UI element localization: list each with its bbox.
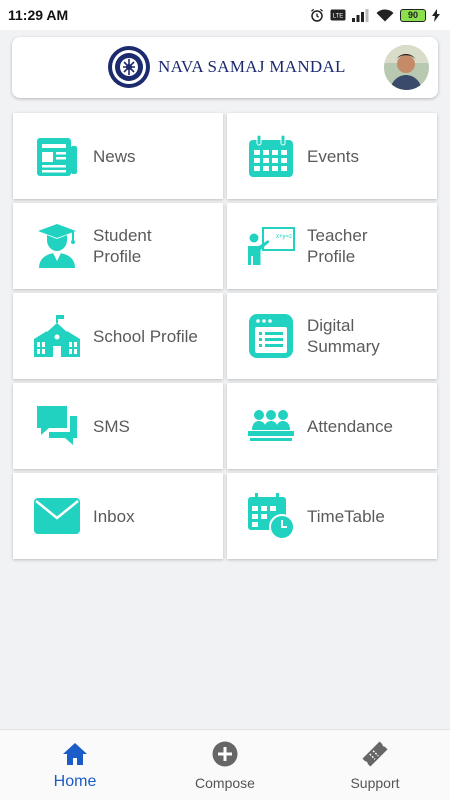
bottom-nav: Home Compose Support [0,729,450,800]
tile-timetable[interactable]: TimeTable [227,473,437,559]
tile-label: News [93,146,136,166]
attendance-icon [247,402,295,450]
avatar[interactable] [384,45,429,90]
tile-label: Events [307,146,359,166]
battery-indicator: 90 [400,8,426,22]
student-icon [33,222,81,270]
tile-label: Digital Summary [307,316,380,356]
tile-label: Teacher Profile [307,226,368,266]
tile-attendance[interactable]: Attendance [227,383,437,469]
home-icon [61,740,89,768]
svg-text:x+y=z: x+y=z [276,234,292,240]
page-title: NAVA SAMAJ MANDAL [158,57,346,76]
ticket-icon [361,740,389,768]
nav-label: Compose [195,774,255,791]
tile-news[interactable]: News [13,113,223,199]
timetable-icon [247,492,295,540]
calendar-icon [247,132,295,180]
school-icon [33,312,81,360]
teacher-icon: x+y=z [247,222,295,270]
tile-teacher-profile[interactable]: x+y=z Teacher Profile [227,203,437,289]
mail-icon [33,492,81,540]
wifi-icon [376,8,394,21]
tile-student-profile[interactable]: Student Profile [13,203,223,289]
nav-label: Home [53,772,97,790]
signal-icon [352,8,369,22]
tile-digital-summary[interactable]: Digital Summary [227,293,437,379]
nav-home[interactable]: Home [15,740,135,791]
tile-school-profile[interactable]: School Profile [13,293,223,379]
alarm-icon [311,8,323,22]
news-icon [33,132,81,180]
tile-label: SMS [93,416,130,436]
add-circle-icon [211,740,239,768]
volte-icon: LTE [330,9,346,21]
tile-sms[interactable]: SMS [13,383,223,469]
tile-label: Student Profile [93,226,152,266]
tile-events[interactable]: Events [227,113,437,199]
tile-inbox[interactable]: Inbox [13,473,223,559]
nav-compose[interactable]: Compose [165,740,285,791]
nav-label: Support [350,774,400,791]
chat-icon [33,402,81,450]
nav-support[interactable]: Support [315,740,435,791]
tile-label: Inbox [93,506,135,526]
header-card: NAVA SAMAJ MANDAL [12,37,438,98]
summary-icon [247,312,295,360]
status-bar: 11:29 AM LTE 90 [0,0,450,30]
school-emblem-logo [108,46,150,88]
tile-label: Attendance [307,416,394,436]
status-icons: LTE 90 [310,8,440,22]
tile-label: School Profile [93,326,198,346]
svg-text:LTE: LTE [333,14,344,20]
charging-icon [432,8,440,22]
tile-label: TimeTable [307,506,385,526]
status-time: 11:29 AM [8,7,69,23]
feature-grid: News Events Student Profile x+y=z Teache… [13,113,437,559]
